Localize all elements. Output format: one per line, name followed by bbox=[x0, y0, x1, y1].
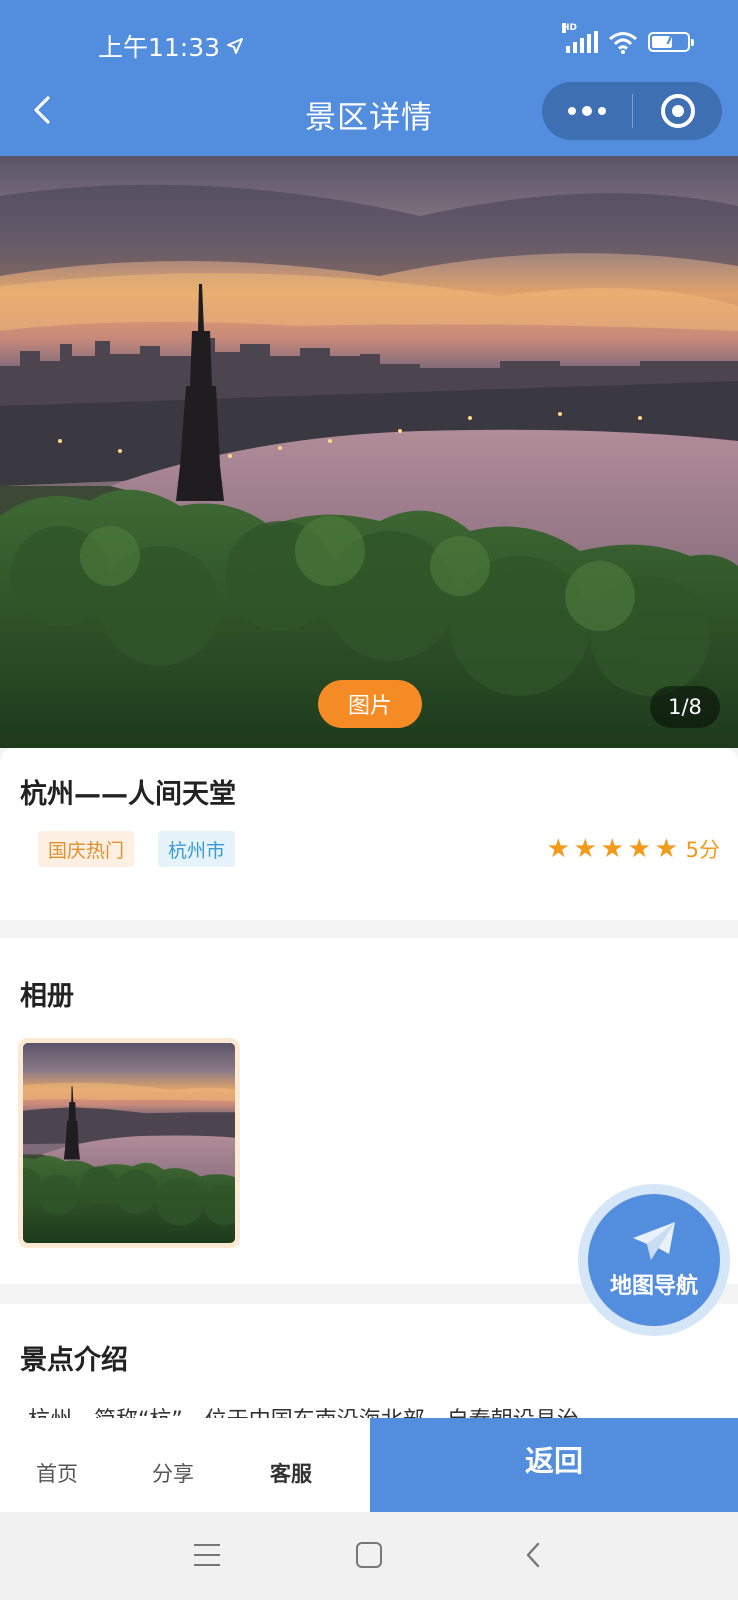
scenic-info-card: 杭州——人间天堂 国庆热门 杭州市 ★ ★ ★ ★ ★ 5分 bbox=[0, 748, 738, 920]
photo-tab-badge[interactable]: 图片 bbox=[318, 680, 422, 728]
map-navigation-inner[interactable]: 地图导航 bbox=[588, 1194, 720, 1326]
status-time-text: 上午11:33 bbox=[98, 33, 221, 62]
menu-icon[interactable] bbox=[194, 1544, 220, 1566]
network-type: HD bbox=[562, 23, 578, 33]
intro-title: 景点介绍 bbox=[20, 1345, 128, 1376]
signal-icon: HD bbox=[562, 23, 598, 53]
star-icon: ★ bbox=[546, 834, 570, 864]
star-icon: ★ bbox=[600, 834, 624, 864]
battery-level: 7 bbox=[664, 33, 674, 48]
rating-score: 5分 bbox=[685, 838, 720, 862]
customer-service-button[interactable]: 客服 bbox=[270, 1458, 312, 1488]
status-time: 上午11:33 bbox=[98, 28, 244, 64]
battery-icon: 7 bbox=[648, 32, 694, 52]
top-header: 上午11:33 HD 7 景区详情 bbox=[0, 0, 738, 156]
map-navigation-button[interactable]: 地图导航 bbox=[578, 1184, 730, 1336]
scenic-title: 杭州——人间天堂 bbox=[20, 779, 236, 810]
star-rating: ★ ★ ★ ★ ★ 5分 bbox=[547, 834, 720, 864]
tag-holiday-hot: 国庆热门 bbox=[38, 831, 135, 867]
return-button[interactable]: 返回 bbox=[370, 1418, 738, 1512]
back-chevron-icon[interactable] bbox=[520, 1540, 546, 1570]
navigation-bar: 景区详情 bbox=[0, 80, 738, 140]
home-button[interactable]: 首页 bbox=[36, 1458, 78, 1488]
tag-city: 杭州市 bbox=[158, 831, 236, 867]
share-button[interactable]: 分享 bbox=[152, 1458, 194, 1488]
hero-carousel[interactable]: 图片 1/8 bbox=[0, 156, 738, 748]
target-circle-icon[interactable] bbox=[633, 82, 722, 140]
star-icon: ★ bbox=[573, 834, 597, 864]
album-title: 相册 bbox=[20, 981, 74, 1012]
album-thumbnail-photo bbox=[23, 1043, 235, 1243]
status-icons: HD 7 bbox=[562, 23, 694, 54]
album-thumbnail[interactable] bbox=[18, 1038, 240, 1248]
paper-plane-icon bbox=[633, 1222, 675, 1260]
west-lake-photo bbox=[0, 156, 738, 748]
status-bar: 上午11:33 HD 7 bbox=[0, 0, 738, 90]
map-navigation-label: 地图导航 bbox=[609, 1274, 698, 1299]
location-arrow-icon bbox=[227, 38, 244, 54]
miniprogram-capsule bbox=[542, 82, 722, 140]
system-navigation-bar bbox=[0, 1512, 738, 1600]
star-icon: ★ bbox=[627, 834, 651, 864]
wifi-icon bbox=[609, 32, 637, 54]
bottom-action-bar: 首页 分享 客服 返回 bbox=[0, 1418, 738, 1512]
home-square-icon[interactable] bbox=[356, 1542, 382, 1568]
star-icon: ★ bbox=[654, 834, 678, 864]
carousel-counter: 1/8 bbox=[650, 686, 720, 728]
more-dots-icon[interactable] bbox=[542, 82, 632, 140]
